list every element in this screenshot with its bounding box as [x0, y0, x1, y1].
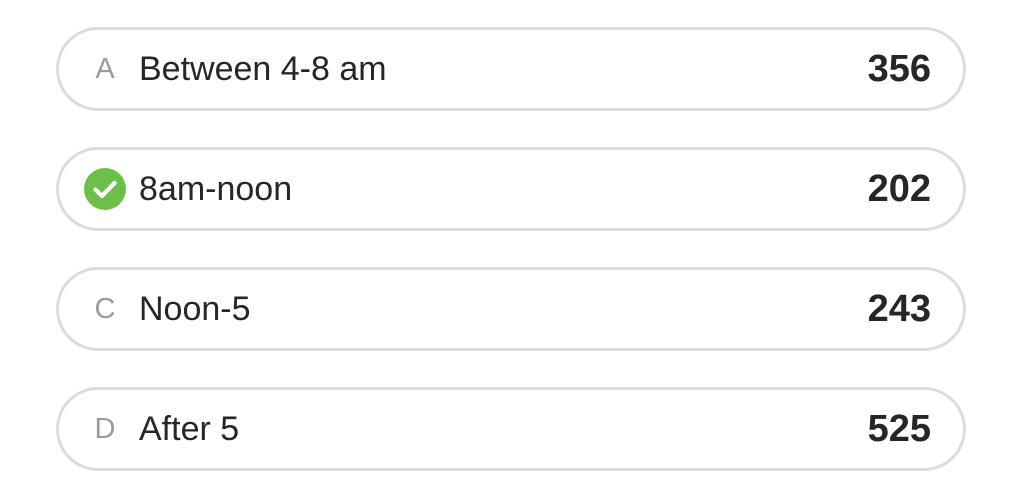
- poll-options: A Between 4-8 am 356 8am-noon 202 C Noon…: [0, 0, 1024, 495]
- poll-option-a[interactable]: A Between 4-8 am 356: [56, 27, 966, 111]
- option-label-c: Noon-5: [139, 289, 251, 328]
- option-label-a: Between 4-8 am: [139, 49, 387, 88]
- check-circle-icon: [83, 167, 127, 211]
- poll-option-d[interactable]: D After 5 525: [56, 387, 966, 471]
- option-count-c: 243: [867, 287, 931, 330]
- option-count-d: 525: [867, 407, 931, 450]
- option-letter-d: D: [94, 412, 116, 445]
- option-label-d: After 5: [139, 409, 240, 448]
- option-letter-c: C: [94, 292, 116, 325]
- option-label-b: 8am-noon: [139, 169, 293, 208]
- poll-option-b[interactable]: 8am-noon 202: [56, 147, 966, 231]
- option-count-a: 356: [867, 47, 931, 90]
- poll-option-c[interactable]: C Noon-5 243: [56, 267, 966, 351]
- option-letter-a: A: [95, 52, 115, 85]
- option-count-b: 202: [867, 167, 931, 210]
